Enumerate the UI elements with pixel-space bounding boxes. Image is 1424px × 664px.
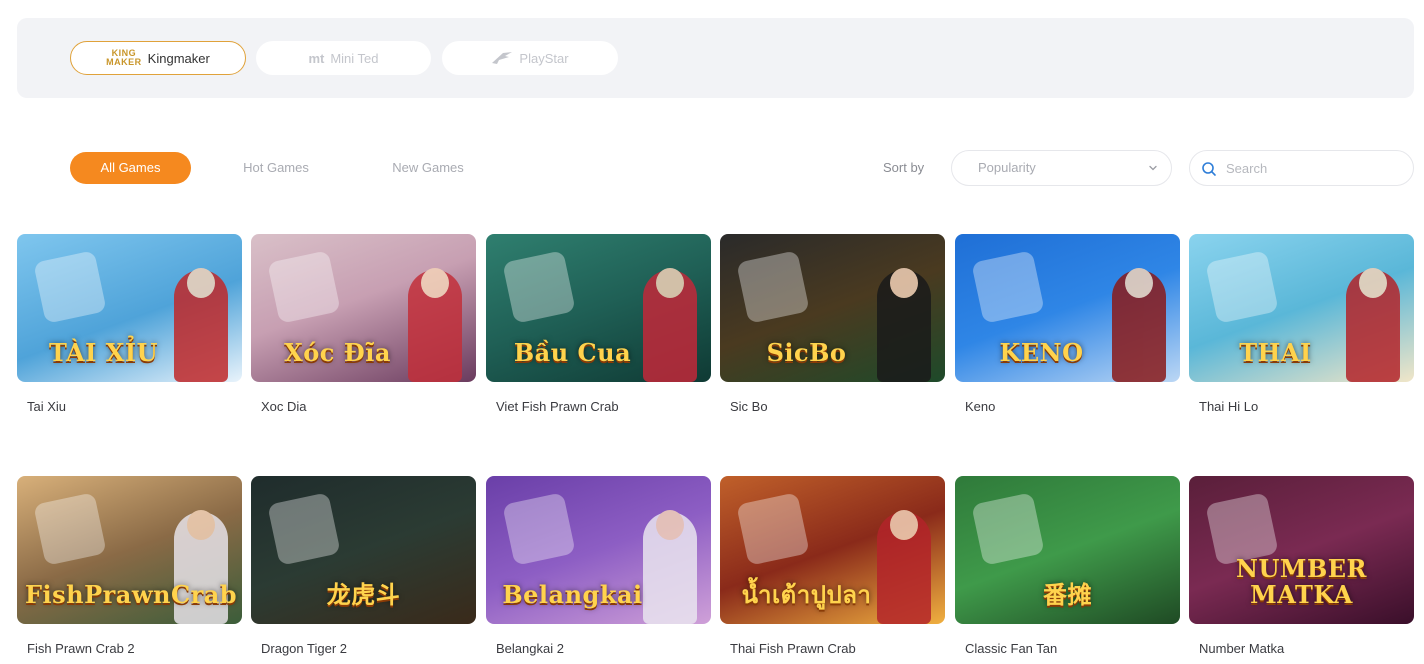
tab-all-games[interactable]: All Games: [70, 152, 191, 184]
game-thumbnail[interactable]: NUMBER MATKA: [1189, 476, 1414, 624]
game-logo-text: Belangkai: [502, 580, 643, 609]
game-character-art: [1112, 268, 1166, 382]
game-card[interactable]: SicBo Sic Bo: [720, 234, 945, 414]
game-art-decoration: [33, 492, 107, 566]
provider-mini-ted-button[interactable]: mt Mini Ted: [256, 41, 431, 75]
game-thumbnail[interactable]: SicBo: [720, 234, 945, 382]
chevron-down-icon: [1149, 165, 1157, 171]
search-icon: [1202, 162, 1216, 176]
provider-bar: KING MAKER Kingmaker mt Mini Ted PlayStar: [17, 18, 1414, 98]
game-logo-text: THAI: [1239, 338, 1312, 367]
search-input[interactable]: [1226, 158, 1401, 178]
game-art-decoration: [502, 492, 576, 566]
game-logo-text: SicBo: [766, 338, 847, 367]
game-name[interactable]: Xoc Dia: [251, 399, 476, 414]
game-card[interactable]: Xóc Đĩa Xoc Dia: [251, 234, 476, 414]
game-logo-text: 龙虎斗: [326, 580, 401, 609]
game-thumbnail[interactable]: KENO: [955, 234, 1180, 382]
game-logo-text: NUMBER MATKA: [1236, 554, 1367, 609]
game-card[interactable]: KENO Keno: [955, 234, 1180, 414]
game-name[interactable]: Sic Bo: [720, 399, 945, 414]
game-thumbnail[interactable]: FishPrawnCrab: [17, 476, 242, 624]
game-name[interactable]: Number Matka: [1189, 641, 1414, 656]
game-thumbnail[interactable]: Bầu Cua: [486, 234, 711, 382]
game-character-art: [877, 510, 931, 624]
game-name[interactable]: Thai Fish Prawn Crab: [720, 641, 945, 656]
search-box[interactable]: [1189, 150, 1414, 186]
game-character-art: [643, 268, 697, 382]
game-logo-text: KENO: [999, 338, 1084, 367]
game-art-decoration: [502, 250, 576, 324]
game-name[interactable]: Keno: [955, 399, 1180, 414]
game-card[interactable]: THAI Thai Hi Lo: [1189, 234, 1414, 414]
game-art-decoration: [33, 250, 107, 324]
game-art-decoration: [971, 492, 1045, 566]
game-thumbnail[interactable]: THAI: [1189, 234, 1414, 382]
game-card[interactable]: Bầu Cua Viet Fish Prawn Crab: [486, 234, 711, 414]
game-character-art: [643, 510, 697, 624]
game-name[interactable]: Belangkai 2: [486, 641, 711, 656]
game-character-art: [408, 268, 462, 382]
game-logo-text: Xóc Đĩa: [284, 338, 391, 367]
game-name[interactable]: Tai Xiu: [17, 399, 242, 414]
game-art-decoration: [736, 492, 810, 566]
tab-hot-games[interactable]: Hot Games: [220, 152, 332, 184]
game-logo-text: 番摊: [1043, 580, 1092, 609]
game-card[interactable]: Belangkai Belangkai 2: [486, 476, 711, 656]
game-logo-text: FishPrawnCrab: [25, 580, 238, 609]
game-name[interactable]: Viet Fish Prawn Crab: [486, 399, 711, 414]
sort-select[interactable]: Popularity: [951, 150, 1172, 186]
provider-label: Mini Ted: [330, 50, 379, 66]
sort-label: Sort by: [883, 160, 925, 175]
playstar-logo-icon: [491, 51, 513, 65]
provider-label: PlayStar: [519, 50, 569, 66]
provider-kingmaker-button[interactable]: KING MAKER Kingmaker: [70, 41, 246, 75]
game-art-decoration: [1205, 250, 1279, 324]
game-logo-text: TÀI XỈU: [48, 338, 159, 367]
sort-value: Popularity: [978, 160, 1036, 175]
provider-label: Kingmaker: [147, 50, 210, 66]
game-art-decoration: [267, 492, 341, 566]
provider-playstar-button[interactable]: PlayStar: [442, 41, 618, 75]
kingmaker-logo: KING MAKER: [106, 48, 142, 67]
game-thumbnail[interactable]: Belangkai: [486, 476, 711, 624]
game-name[interactable]: Thai Hi Lo: [1189, 399, 1414, 414]
game-art-decoration: [736, 250, 810, 324]
game-character-art: [877, 268, 931, 382]
game-logo-text: Bầu Cua: [513, 338, 632, 367]
game-art-decoration: [267, 250, 341, 324]
game-thumbnail[interactable]: Xóc Đĩa: [251, 234, 476, 382]
tab-new-games[interactable]: New Games: [372, 152, 484, 184]
game-character-art: [174, 268, 228, 382]
game-thumbnail[interactable]: น้ำเต้าปูปลา: [720, 476, 945, 624]
game-card[interactable]: TÀI XỈU Tai Xiu: [17, 234, 242, 414]
game-card[interactable]: FishPrawnCrab Fish Prawn Crab 2: [17, 476, 242, 656]
mini-ted-logo: mt: [308, 50, 325, 66]
game-card[interactable]: 龙虎斗 Dragon Tiger 2: [251, 476, 476, 656]
game-character-art: [1346, 268, 1400, 382]
game-thumbnail[interactable]: 龙虎斗: [251, 476, 476, 624]
game-art-decoration: [971, 250, 1045, 324]
game-name[interactable]: Classic Fan Tan: [955, 641, 1180, 656]
game-thumbnail[interactable]: 番摊: [955, 476, 1180, 624]
game-card[interactable]: น้ำเต้าปูปลา Thai Fish Prawn Crab: [720, 476, 945, 656]
game-name[interactable]: Dragon Tiger 2: [251, 641, 476, 656]
game-card[interactable]: NUMBER MATKA Number Matka: [1189, 476, 1414, 656]
game-name[interactable]: Fish Prawn Crab 2: [17, 641, 242, 656]
game-logo-text: น้ำเต้าปูปลา: [741, 580, 872, 609]
game-thumbnail[interactable]: TÀI XỈU: [17, 234, 242, 382]
game-card[interactable]: 番摊 Classic Fan Tan: [955, 476, 1180, 656]
